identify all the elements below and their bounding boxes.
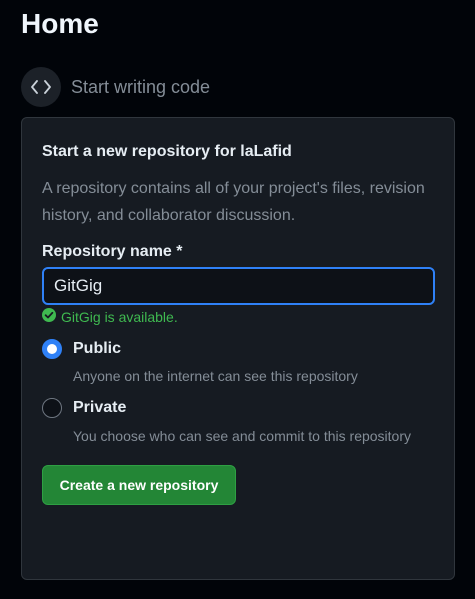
page-title: Home	[21, 8, 99, 39]
create-repository-button[interactable]: Create a new repository	[42, 465, 236, 505]
private-label: Private	[73, 399, 127, 416]
card-title: Start a new repository for laLafid	[42, 143, 292, 160]
public-radio[interactable]	[42, 339, 62, 359]
home-page: Home Start writing code Start a new repo…	[0, 0, 475, 599]
private-description: You choose who can see and commit to thi…	[73, 428, 412, 444]
private-radio[interactable]	[42, 398, 62, 418]
start-writing-code-label: Start writing code	[71, 76, 211, 97]
public-label: Public	[73, 340, 122, 357]
check-circle-icon	[42, 308, 56, 325]
availability-text: GitGig is available.	[61, 308, 178, 325]
card-description: A repository contains all of your projec…	[42, 180, 425, 224]
code-icon	[21, 67, 61, 107]
start-writing-code-link[interactable]: Start writing code	[21, 67, 210, 107]
repository-name-input[interactable]	[42, 267, 435, 305]
repository-name-label: Repository name *	[42, 243, 183, 260]
visibility-option-public[interactable]: Public	[42, 339, 121, 359]
new-repository-card: Start a new repository for laLafid A rep…	[21, 117, 455, 580]
public-description: Anyone on the internet can see this repo…	[73, 368, 358, 384]
availability-message: GitGig is available.	[42, 308, 178, 325]
visibility-option-private[interactable]: Private	[42, 398, 126, 418]
